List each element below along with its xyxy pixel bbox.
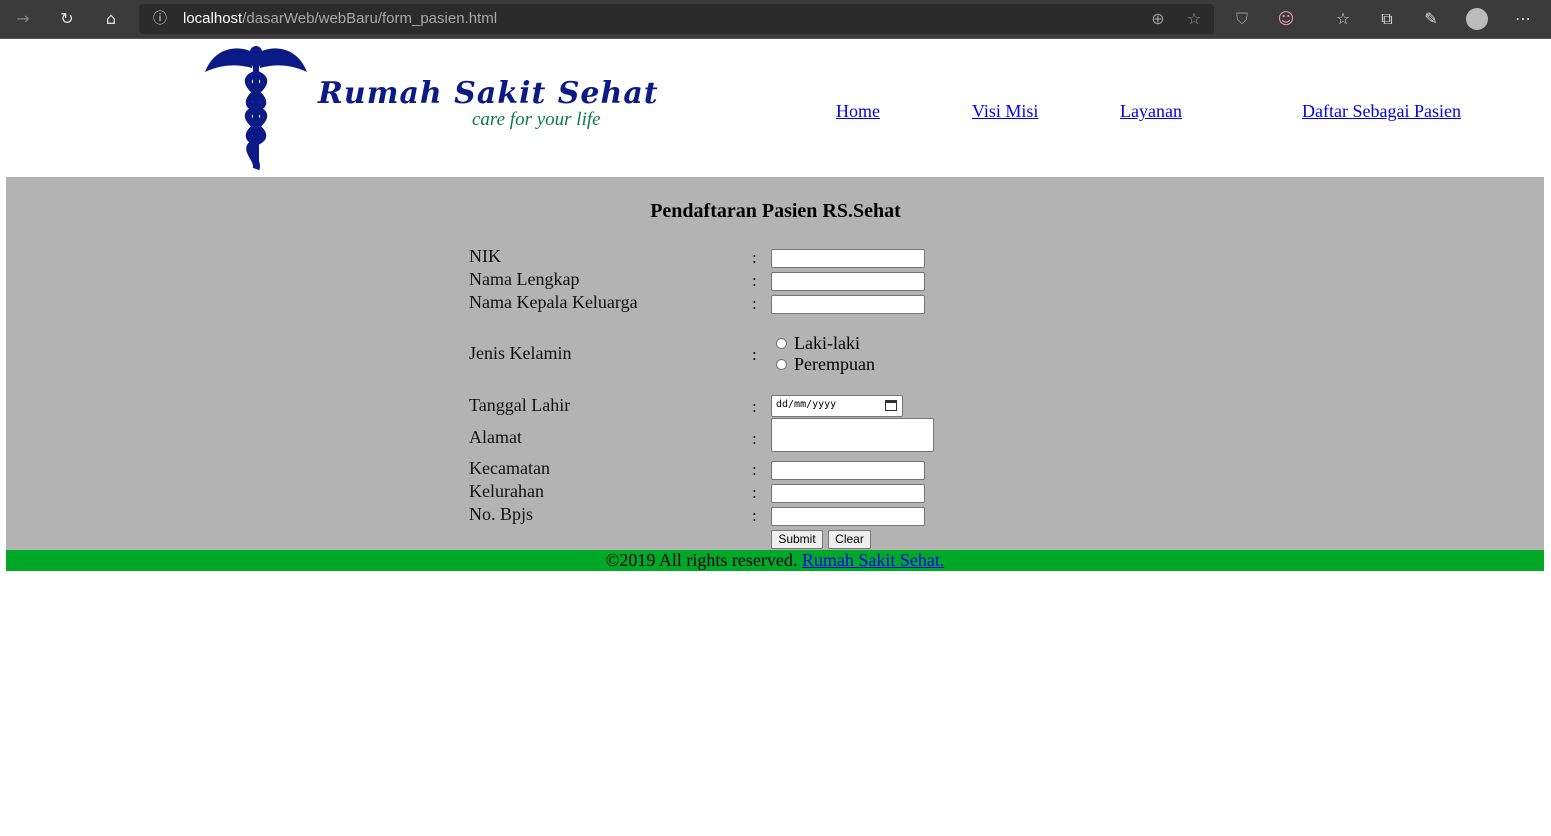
forward-icon[interactable]: → [12, 8, 34, 30]
colon: : [752, 294, 757, 313]
info-icon[interactable]: ⓘ [149, 8, 171, 30]
caduceus-logo [205, 46, 307, 171]
alamat-textarea[interactable] [771, 418, 934, 452]
zoom-icon[interactable]: ⊕ [1147, 8, 1169, 30]
radio-laki-laki[interactable] [776, 338, 787, 349]
colon: : [752, 397, 757, 416]
nav-layanan[interactable]: Layanan [1120, 101, 1182, 122]
footer-text: ©2019 All rights reserved. [605, 550, 802, 570]
colon: : [752, 345, 757, 364]
label-kelurahan: Kelurahan [469, 481, 544, 501]
favorites-icon[interactable]: ☆ [1332, 8, 1354, 30]
colon: : [752, 460, 757, 479]
label-jenis-kelamin: Jenis Kelamin [469, 343, 572, 363]
shield-icon[interactable]: ⛉ [1231, 8, 1253, 30]
kecamatan-input[interactable] [771, 461, 925, 480]
label-laki-laki: Laki-laki [794, 333, 860, 353]
feedback-icon[interactable]: ✎ [1420, 8, 1442, 30]
more-icon[interactable]: ⋯ [1512, 8, 1534, 30]
form-title: Pendaftaran Pasien RS.Sehat [650, 200, 901, 222]
nav-daftar-pasien[interactable]: Daftar Sebagai Pasien [1302, 101, 1461, 122]
browser-toolbar: → ↻ ⌂ ⓘ localhost/dasarWeb/webBaru/form_… [0, 0, 1551, 39]
label-nama: Nama Lengkap [469, 269, 580, 289]
label-kecamatan: Kecamatan [469, 458, 550, 478]
footer-link[interactable]: Rumah Sakit Sehat. [802, 550, 945, 570]
date-placeholder: dd/mm/yyyy [776, 399, 837, 410]
nama-input[interactable] [771, 272, 925, 291]
colon: : [752, 429, 757, 448]
radio-perempuan[interactable] [776, 359, 787, 370]
colon: : [752, 248, 757, 267]
collections-icon[interactable]: ⧉ [1376, 8, 1398, 30]
label-bpjs: No. Bpjs [469, 504, 534, 524]
clear-button[interactable]: Clear [828, 530, 871, 549]
reload-icon[interactable]: ↻ [56, 8, 78, 30]
kepala-keluarga-input[interactable] [771, 295, 925, 314]
logo-title: Rumah Sakit Sehat [318, 76, 659, 111]
label-nik: NIK [469, 246, 501, 266]
tanggal-lahir-input[interactable]: dd/mm/yyyy [771, 395, 903, 417]
colon: : [752, 271, 757, 290]
profile-avatar[interactable] [1466, 8, 1488, 30]
kelurahan-input[interactable] [771, 484, 925, 503]
colon: : [752, 506, 757, 525]
footer: ©2019 All rights reserved. Rumah Sakit S… [6, 550, 1544, 571]
label-alamat: Alamat [469, 427, 522, 447]
nav-visi-misi[interactable]: Visi Misi [972, 101, 1038, 122]
url-host: localhost [183, 10, 243, 27]
bpjs-input[interactable] [771, 507, 925, 526]
logo-tagline: care for your life [472, 109, 601, 130]
colon: : [752, 483, 757, 502]
add-favorite-icon[interactable]: ☆ [1183, 8, 1205, 30]
url-path: /dasarWeb/webBaru/form_pasien.html [242, 10, 498, 27]
extension-icon[interactable]: ☺ [1275, 8, 1297, 30]
label-tanggal-lahir: Tanggal Lahir [469, 395, 571, 415]
calendar-icon[interactable] [885, 400, 897, 411]
nik-input[interactable] [771, 249, 925, 268]
label-perempuan: Perempuan [794, 354, 875, 374]
address-bar[interactable]: ⓘ localhost/dasarWeb/webBaru/form_pasien… [139, 4, 1214, 34]
submit-button[interactable]: Submit [771, 530, 823, 549]
home-icon[interactable]: ⌂ [100, 8, 122, 30]
label-kepala: Nama Kepala Keluarga [469, 292, 638, 312]
nav-home[interactable]: Home [836, 101, 880, 122]
